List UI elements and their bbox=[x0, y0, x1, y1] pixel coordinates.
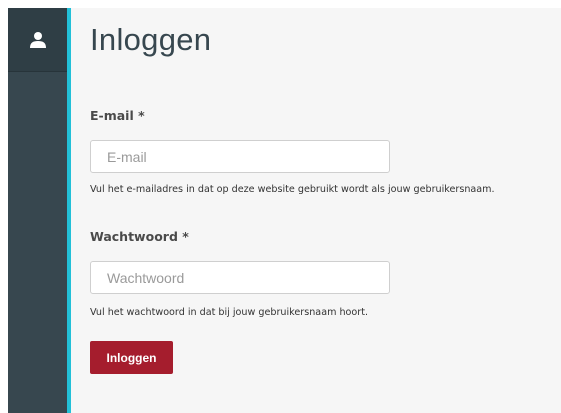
password-help-text: Vul het wachtwoord in dat bij jouw gebru… bbox=[90, 307, 369, 318]
email-label: E-mail * bbox=[90, 108, 145, 123]
app-frame: Inloggen E-mail * Vul het e-mailadres in… bbox=[8, 8, 561, 413]
login-panel: Inloggen E-mail * Vul het e-mailadres in… bbox=[71, 8, 561, 413]
password-label-text: Wachtwoord bbox=[90, 229, 178, 244]
page-title: Inloggen bbox=[90, 22, 212, 57]
email-required-marker: * bbox=[138, 108, 145, 123]
password-input[interactable] bbox=[90, 261, 390, 294]
email-help-text: Vul het e-mailadres in dat op deze websi… bbox=[90, 184, 495, 195]
login-button[interactable]: Inloggen bbox=[90, 341, 173, 374]
password-required-marker: * bbox=[182, 229, 189, 244]
email-label-text: E-mail bbox=[90, 108, 134, 123]
password-label: Wachtwoord * bbox=[90, 229, 189, 244]
sidebar bbox=[8, 8, 67, 413]
email-input[interactable] bbox=[90, 140, 390, 173]
user-icon bbox=[30, 32, 46, 48]
sidebar-user-button[interactable] bbox=[8, 8, 67, 72]
